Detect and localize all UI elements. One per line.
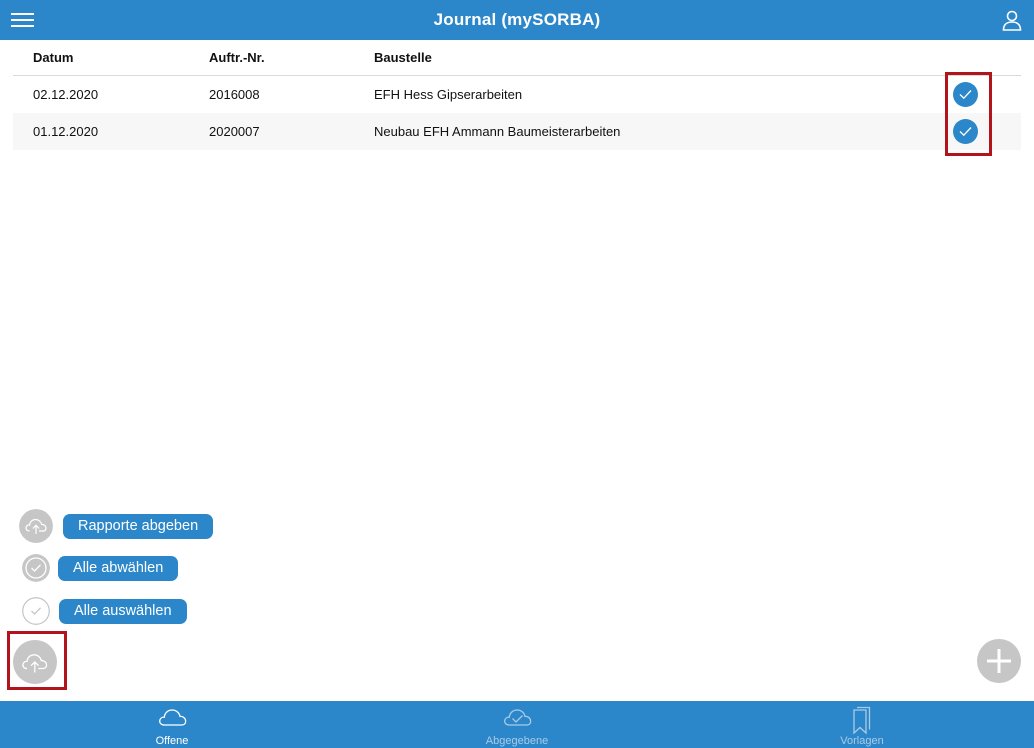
tab-vorlagen[interactable]: Vorlagen [802, 701, 922, 748]
bookmarks-icon [853, 706, 871, 735]
column-header-auftr-nr[interactable]: Auftr.-Nr. [209, 40, 265, 76]
row-select-checkbox[interactable] [953, 82, 978, 107]
table-header: Datum Auftr.-Nr. Baustelle [13, 40, 1021, 76]
plus-icon [987, 649, 1011, 673]
column-header-baustelle[interactable]: Baustelle [374, 40, 432, 76]
tab-label: Offene [155, 735, 189, 747]
row-select-checkbox[interactable] [953, 119, 978, 144]
tab-label: Vorlagen [840, 735, 884, 747]
cell-datum: 02.12.2020 [33, 87, 99, 102]
submit-reports-button[interactable]: Rapporte abgeben [63, 514, 214, 539]
column-header-datum[interactable]: Datum [33, 40, 73, 76]
checkmark-icon [959, 90, 972, 100]
cell-datum: 01.12.2020 [33, 124, 99, 139]
cloud-upload-icon [22, 654, 48, 673]
cell-baustelle: EFH Hess Gipserarbeiten [374, 87, 523, 102]
checkmark-icon [959, 127, 972, 137]
top-bar: Journal (mySORBA) [0, 0, 1034, 40]
deselect-check-icon[interactable] [22, 554, 50, 582]
cloud-icon [159, 709, 187, 726]
deselect-all-button[interactable]: Alle abwählen [58, 556, 179, 581]
tab-offene[interactable]: Offene [112, 701, 232, 748]
page-title: Journal (mySORBA) [433, 10, 601, 29]
add-report-fab-button[interactable] [977, 639, 1021, 683]
select-all-button[interactable]: Alle auswählen [59, 599, 187, 624]
app-root: Journal (mySORBA) Datum Auftr.-Nr. Baust… [0, 0, 1034, 748]
journal-table: Datum Auftr.-Nr. Baustelle 02.12.2020 20… [13, 40, 1021, 150]
cell-baustelle: Neubau EFH Ammann Baumeisterarbeiten [374, 124, 621, 139]
cell-auftr-nr: 2020007 [209, 124, 260, 139]
bottom-tab-bar: Offene Abgegebene Vorlagen [0, 701, 1034, 748]
cloud-upload-icon[interactable] [19, 509, 53, 543]
cloud-check-icon [504, 709, 532, 726]
cell-auftr-nr: 2016008 [209, 87, 260, 102]
table-row[interactable]: 02.12.2020 2016008 EFH Hess Gipserarbeit… [13, 76, 1021, 113]
user-profile-icon[interactable] [1000, 8, 1024, 32]
table-row[interactable]: 01.12.2020 2020007 Neubau EFH Ammann Bau… [13, 113, 1021, 150]
upload-fab-button[interactable] [13, 640, 57, 684]
tab-abgegebene[interactable]: Abgegebene [457, 701, 577, 748]
tab-label: Abgegebene [485, 735, 549, 747]
select-check-icon[interactable] [22, 597, 50, 625]
